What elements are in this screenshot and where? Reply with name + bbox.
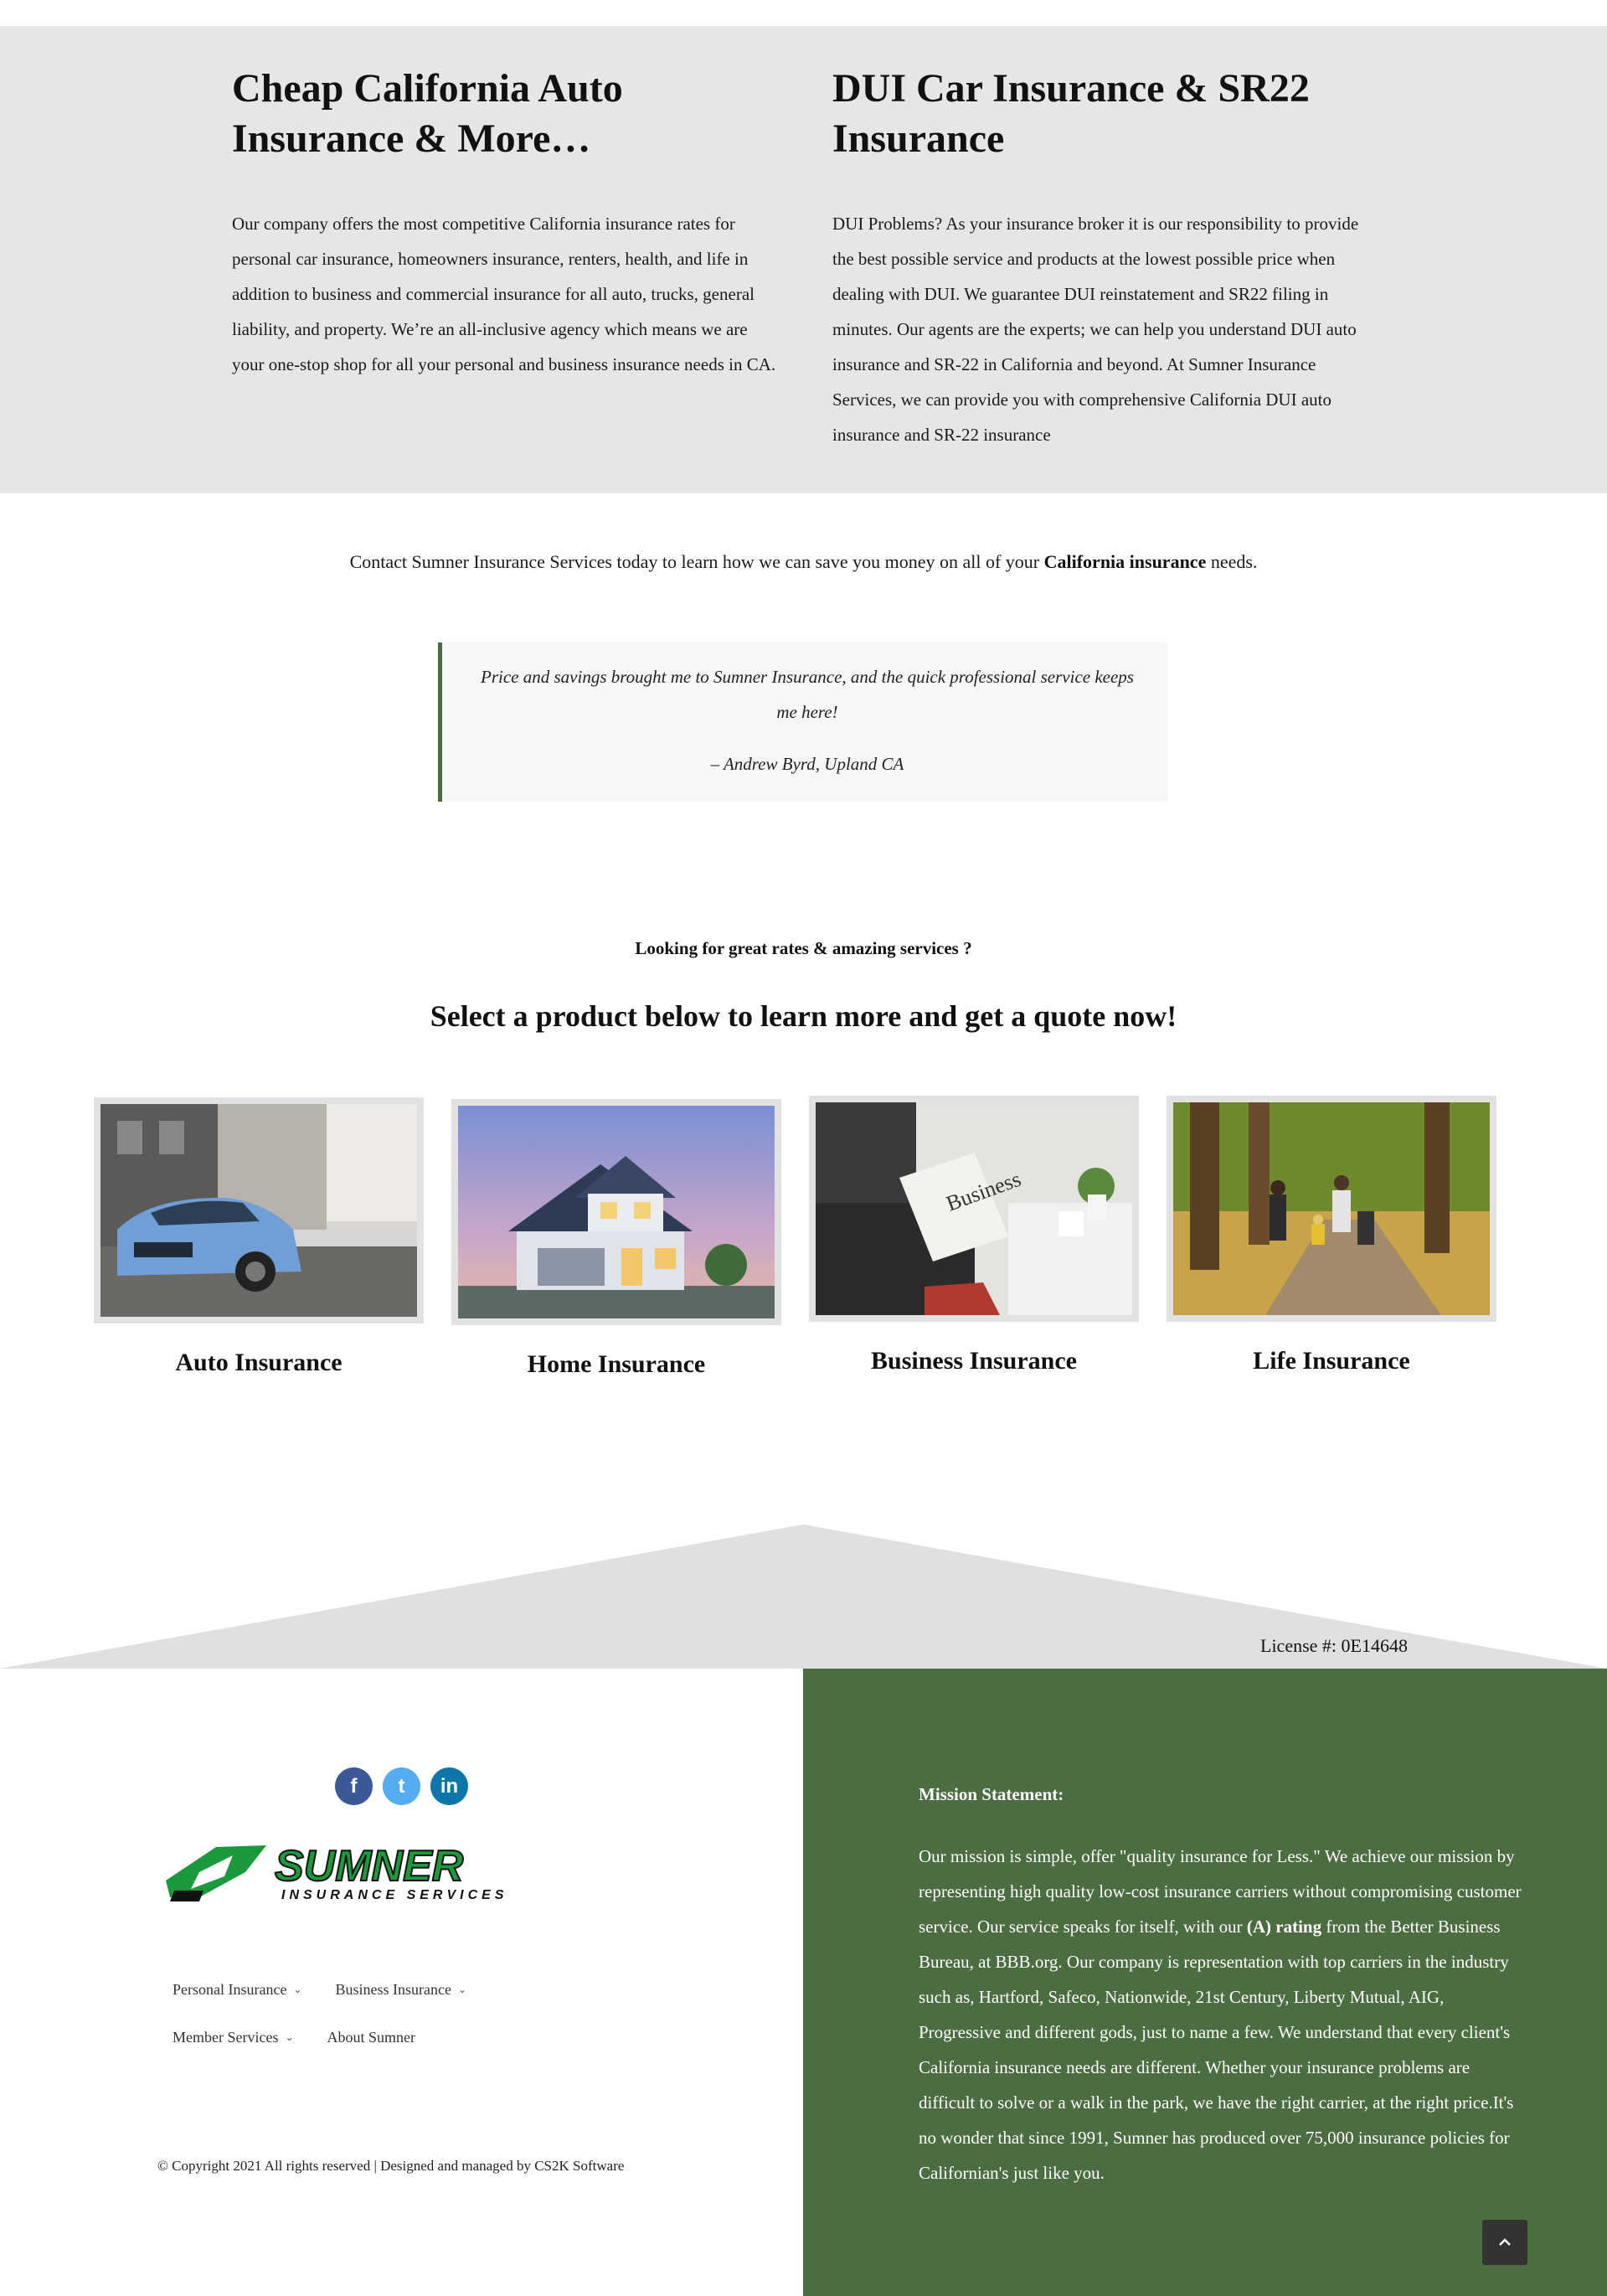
testimonial-quote: Price and savings brought me to Sumner I… — [438, 642, 1168, 802]
mission-text-end: from the Better Business Bureau, at BBB.… — [919, 1917, 1514, 2183]
product-label-home[interactable]: Home Insurance — [451, 1350, 781, 1379]
logo-tagline: INSURANCE SERVICES — [281, 1888, 507, 1902]
logo-wordmark: SUMNER — [275, 1842, 464, 1891]
nav-label: About Sumner — [327, 2029, 416, 2046]
intro-auto-title: Cheap California Auto Insurance & More… — [232, 66, 623, 161]
product-label-auto[interactable]: Auto Insurance — [94, 1349, 424, 1377]
product-card-auto[interactable]: Auto Insurance — [94, 1097, 424, 1377]
nav-business-insurance[interactable]: Business Insurance ⌄ — [336, 1981, 467, 1999]
social-links: f t in — [335, 1767, 468, 1805]
nav-personal-insurance[interactable]: Personal Insurance ⌄ — [173, 1981, 302, 1999]
product-label-business[interactable]: Business Insurance — [809, 1347, 1139, 1375]
chevron-down-icon: ⌄ — [293, 1984, 302, 1995]
linkedin-icon[interactable]: in — [430, 1767, 468, 1805]
chevron-down-icon: ⌄ — [285, 2031, 294, 2043]
license-number: License #: 0E14648 — [1260, 1635, 1408, 1656]
chevron-up-icon — [1499, 2238, 1511, 2246]
twitter-icon[interactable]: t — [383, 1767, 420, 1805]
intro-section: Cheap California Auto Insurance & More… … — [0, 26, 1607, 493]
nav-member-services[interactable]: Member Services ⌄ — [173, 2029, 294, 2046]
contact-text-start: Contact Sumner Insurance Services today … — [349, 551, 1044, 572]
nav-about-sumner[interactable]: About Sumner — [327, 2029, 416, 2046]
chevron-down-icon: ⌄ — [458, 1984, 467, 1995]
products-heading: Select a product below to learn more and… — [430, 999, 1177, 1033]
contact-text-end: needs. — [1206, 551, 1258, 572]
contact-text-bold: California insurance — [1043, 551, 1207, 572]
nav-label: Member Services — [173, 2029, 279, 2046]
footer-nav: Personal Insurance ⌄ Business Insurance ⌄ … — [173, 1981, 675, 2077]
nav-label: Personal Insurance — [173, 1981, 287, 1998]
nav-label: Business Insurance — [335, 1981, 451, 1998]
testimonial-author: – Andrew Byrd, Upland CA — [710, 754, 904, 774]
newspaper-photo[interactable]: Business — [809, 1096, 1139, 1322]
intro-dui-title: DUI Car Insurance & SR22 Insurance — [832, 66, 1310, 161]
products-eyebrow: Looking for great rates & amazing servic… — [635, 938, 972, 958]
mission-rating: (A) rating — [1246, 1917, 1322, 1937]
intro-auto-column: Cheap California Auto Insurance & More… … — [232, 64, 776, 382]
product-card-home[interactable]: Home Insurance — [451, 1099, 781, 1379]
product-card-life[interactable]: Life Insurance — [1167, 1096, 1496, 1375]
intro-dui-text: DUI Problems? As your insurance broker i… — [832, 214, 1359, 445]
mission-title: Mission Statement: — [919, 1784, 1064, 1804]
sumner-logo[interactable]: SUMNER INSURANCE SERVICES — [166, 1839, 559, 1906]
mission-statement: Mission Statement: Our mission is simple… — [919, 1784, 1530, 2190]
mission-text: Our mission is simple, offer "quality in… — [919, 1839, 1530, 2190]
product-card-business[interactable]: Business Business Insurance — [809, 1096, 1139, 1375]
family-park-photo[interactable] — [1167, 1096, 1496, 1322]
blue-car-photo[interactable] — [94, 1097, 424, 1323]
copyright-text: © Copyright 2021 All rights reserved | D… — [157, 2158, 625, 2174]
testimonial-text: Price and savings brought me to Sumner I… — [481, 667, 1134, 722]
back-to-top-button[interactable] — [1482, 2220, 1527, 2265]
product-label-life[interactable]: Life Insurance — [1167, 1347, 1496, 1375]
contact-line: Contact Sumner Insurance Services today … — [0, 551, 1607, 573]
intro-dui-column: DUI Car Insurance & SR22 Insurance DUI P… — [832, 64, 1377, 452]
facebook-icon[interactable]: f — [335, 1767, 373, 1805]
house-photo[interactable] — [451, 1099, 781, 1325]
intro-auto-text: Our company offers the most competitive … — [232, 214, 776, 374]
